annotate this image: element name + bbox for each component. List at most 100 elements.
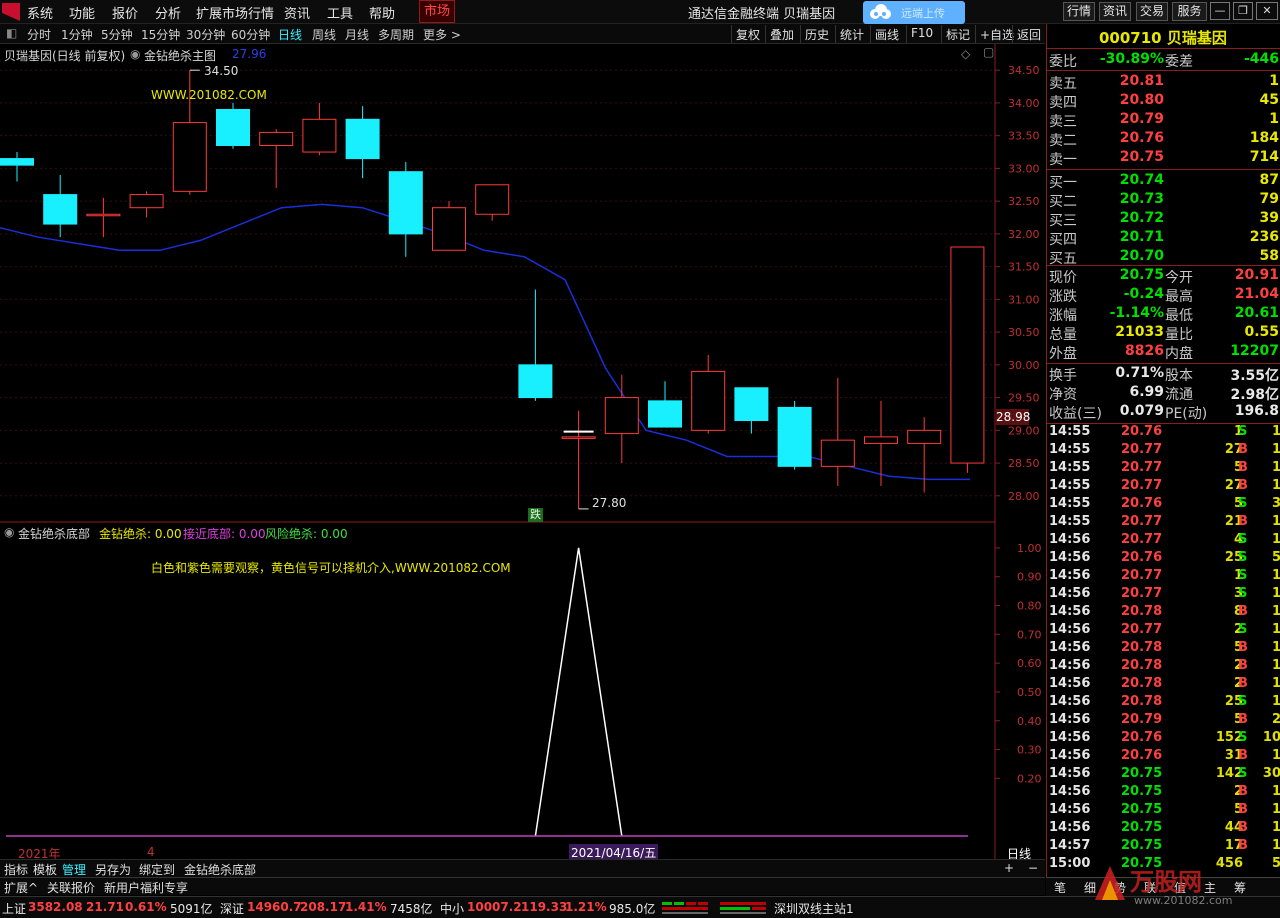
stat-row: 外盘 8826 内盘 12207 (1047, 343, 1280, 362)
cloud-upload-button[interactable]: 远端上传 (863, 1, 965, 24)
tick-count: 1 (1271, 586, 1280, 601)
tick-time: 14:56 (1049, 532, 1091, 547)
period-weekly[interactable]: 周线 (312, 26, 336, 43)
menu-analysis[interactable]: 分析 (155, 3, 181, 22)
quote-tab-4[interactable]: 值 (1174, 879, 1186, 896)
quote-tab-2[interactable]: 势 (1114, 879, 1126, 896)
stat-row: 现价 20.75 今开 20.91 (1047, 267, 1280, 286)
period-intraday[interactable]: 分时 (27, 26, 51, 43)
candle-body (864, 436, 898, 444)
tick-row: 14:56 20.78 2 B 1 (1047, 658, 1280, 676)
f10-button[interactable]: F10 (906, 25, 937, 43)
signal-tick-label: 0.80 (1017, 600, 1042, 613)
menu-news[interactable]: 资讯 (284, 3, 310, 22)
adjust-button[interactable]: 复权 (731, 25, 764, 43)
tab-current-indicator[interactable]: 金钻绝杀底部 (184, 861, 256, 878)
price-tick-label: 34.50 (1008, 64, 1040, 77)
overlay-button[interactable]: 叠加 (765, 25, 798, 43)
quote-tab-3[interactable]: 联 (1144, 879, 1156, 896)
close-icon[interactable]: ✕ (1256, 2, 1278, 20)
restore-icon[interactable]: ❐ (1233, 2, 1253, 20)
tick-time: 14:56 (1049, 694, 1091, 709)
sub-indicator-name[interactable]: 金钻绝杀底部 (18, 525, 90, 542)
indicator-toggle-icon[interactable]: ◉ (130, 47, 140, 61)
period-multi[interactable]: 多周期 (378, 26, 414, 43)
period-1min[interactable]: 1分钟 (61, 26, 93, 43)
tick-count: 1 (1271, 424, 1280, 439)
menu-quote[interactable]: 报价 (112, 3, 138, 22)
tick-row: 14:56 20.77 4 S 1 (1047, 532, 1280, 550)
menu-tools[interactable]: 工具 (327, 3, 353, 22)
period-5min[interactable]: 5分钟 (101, 26, 133, 43)
back-button[interactable]: 返回 (1012, 25, 1045, 43)
main-indicator-name[interactable]: 金钻绝杀主图 (144, 47, 216, 64)
quote-tab-6[interactable]: 筹 (1234, 879, 1246, 896)
tick-time: 15:00 (1049, 856, 1091, 871)
draw-button[interactable]: 画线 (870, 25, 903, 43)
sub-indicator-toggle-icon[interactable]: ◉ (4, 525, 14, 539)
sell-volume: 714 (1249, 149, 1279, 165)
toolbar-toggle-icon[interactable]: ◧ (6, 26, 17, 40)
market-button[interactable]: 市场 (419, 0, 455, 23)
candle (864, 400, 898, 486)
tab-bind-to[interactable]: 绑定到 (139, 861, 175, 878)
period-60min[interactable]: 60分钟 (231, 26, 270, 43)
tick-side: B (1238, 712, 1248, 727)
tick-count: 1 (1271, 442, 1280, 457)
buy-row-2: 买二 20.73 79 (1047, 191, 1280, 210)
tick-row: 14:55 20.77 21 B 1 (1047, 514, 1280, 532)
period-15min[interactable]: 15分钟 (141, 26, 180, 43)
tick-row: 14:56 20.78 2 B 1 (1047, 676, 1280, 694)
quote-tab-5[interactable]: 主 (1204, 879, 1216, 896)
news-button[interactable]: 资讯 (1099, 2, 1131, 21)
extend-button[interactable]: 扩展^ (4, 879, 38, 896)
candle-body (820, 439, 855, 467)
tick-price: 20.77 (1121, 478, 1163, 493)
tab-save-as[interactable]: 另存为 (95, 861, 131, 878)
period-30min[interactable]: 30分钟 (186, 26, 225, 43)
candle (950, 246, 985, 473)
period-daily[interactable]: 日线 (278, 26, 302, 43)
tick-side: S (1238, 694, 1248, 709)
settings-icon[interactable]: ▢ (983, 45, 994, 59)
stat-label: 外盘 (1049, 346, 1077, 362)
candle (691, 355, 726, 434)
related-quote-button[interactable]: 关联报价 (47, 879, 95, 896)
candle-body (259, 131, 294, 146)
mark-button[interactable]: 标记 (941, 25, 974, 43)
candle (734, 387, 769, 434)
stats-button[interactable]: 统计 (835, 25, 868, 43)
price-tick-label: 28.00 (1008, 490, 1040, 503)
menu-help[interactable]: 帮助 (369, 3, 395, 22)
history-button[interactable]: 历史 (800, 25, 833, 43)
menu-system[interactable]: 系统 (27, 3, 53, 22)
fund-label: 换手 (1049, 368, 1077, 384)
diamond-icon[interactable]: ◇ (961, 47, 970, 61)
market-breadth-icon (662, 902, 766, 914)
period-monthly[interactable]: 月线 (345, 26, 369, 43)
fund-label: 净资 (1049, 387, 1077, 403)
tick-time: 14:55 (1049, 442, 1091, 457)
kline-chart[interactable]: 34.50 34.00 33.50 33.00 32.50 32.00 31.50 31.00… (0, 44, 1045, 859)
candle-body (302, 118, 337, 153)
high-price-label: 34.50 (204, 64, 239, 78)
tab-manage[interactable]: 管理 (62, 861, 86, 878)
new-user-benefit-button[interactable]: 新用户福利专享 (104, 879, 188, 896)
zoom-in-icon[interactable]: + (1004, 861, 1014, 875)
tab-template[interactable]: 模板 (33, 861, 57, 878)
quote-tab-1[interactable]: 细 (1084, 879, 1096, 896)
stat-label: 涨跌 (1049, 289, 1077, 305)
menu-extended-market[interactable]: 扩展市场行情 (196, 3, 274, 22)
period-more[interactable]: 更多 > (423, 26, 461, 43)
tab-indicator[interactable]: 指标 (4, 861, 28, 878)
zoom-out-icon[interactable]: − (1028, 861, 1038, 875)
service-button[interactable]: 服务 (1172, 2, 1207, 21)
minimize-icon[interactable]: — (1210, 2, 1230, 20)
stat-label-2: 最低 (1165, 308, 1193, 324)
quote-tab-0[interactable]: 笔 (1054, 879, 1066, 896)
server-name[interactable]: 深圳双线主站1 (774, 900, 854, 917)
tick-price: 20.78 (1121, 640, 1163, 655)
menu-function[interactable]: 功能 (69, 3, 95, 22)
quote-button[interactable]: 行情 (1063, 2, 1095, 21)
trade-button[interactable]: 交易 (1136, 2, 1168, 21)
